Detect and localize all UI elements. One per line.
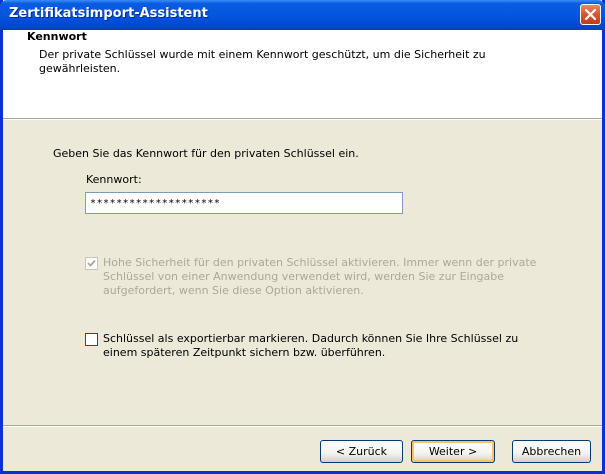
- checkmark-icon: [87, 259, 96, 267]
- header-divider: [3, 118, 602, 120]
- page-title: Kennwort: [27, 30, 87, 43]
- password-input[interactable]: [85, 192, 403, 214]
- close-button[interactable]: [580, 4, 601, 25]
- wizard-window: Zertifikatsimport-Assistent Kennwort Der…: [0, 0, 605, 474]
- exportable-option[interactable]: Schlüssel als exportierbar markieren. Da…: [85, 332, 545, 365]
- high-security-option[interactable]: Hohe Sicherheit für den privaten Schlüss…: [85, 256, 555, 302]
- high-security-label: Hohe Sicherheit für den privaten Schlüss…: [103, 256, 537, 297]
- high-security-checkbox[interactable]: [85, 257, 98, 270]
- password-label: Kennwort:: [86, 173, 142, 186]
- back-button[interactable]: < Zurück: [320, 440, 403, 463]
- footer-divider: [3, 425, 602, 427]
- exportable-label: Schlüssel als exportierbar markieren. Da…: [103, 332, 519, 359]
- password-prompt: Geben Sie das Kennwort für den privaten …: [53, 147, 359, 160]
- cancel-button[interactable]: Abbrechen: [512, 440, 591, 463]
- window-title: Zertifikatsimport-Assistent: [9, 6, 208, 21]
- page-description: Der private Schlüssel wurde mit einem Ke…: [39, 48, 486, 75]
- next-button[interactable]: Weiter >: [411, 440, 495, 463]
- exportable-checkbox[interactable]: [85, 333, 98, 346]
- close-icon: [584, 8, 597, 21]
- title-bar[interactable]: Zertifikatsimport-Assistent: [0, 0, 605, 30]
